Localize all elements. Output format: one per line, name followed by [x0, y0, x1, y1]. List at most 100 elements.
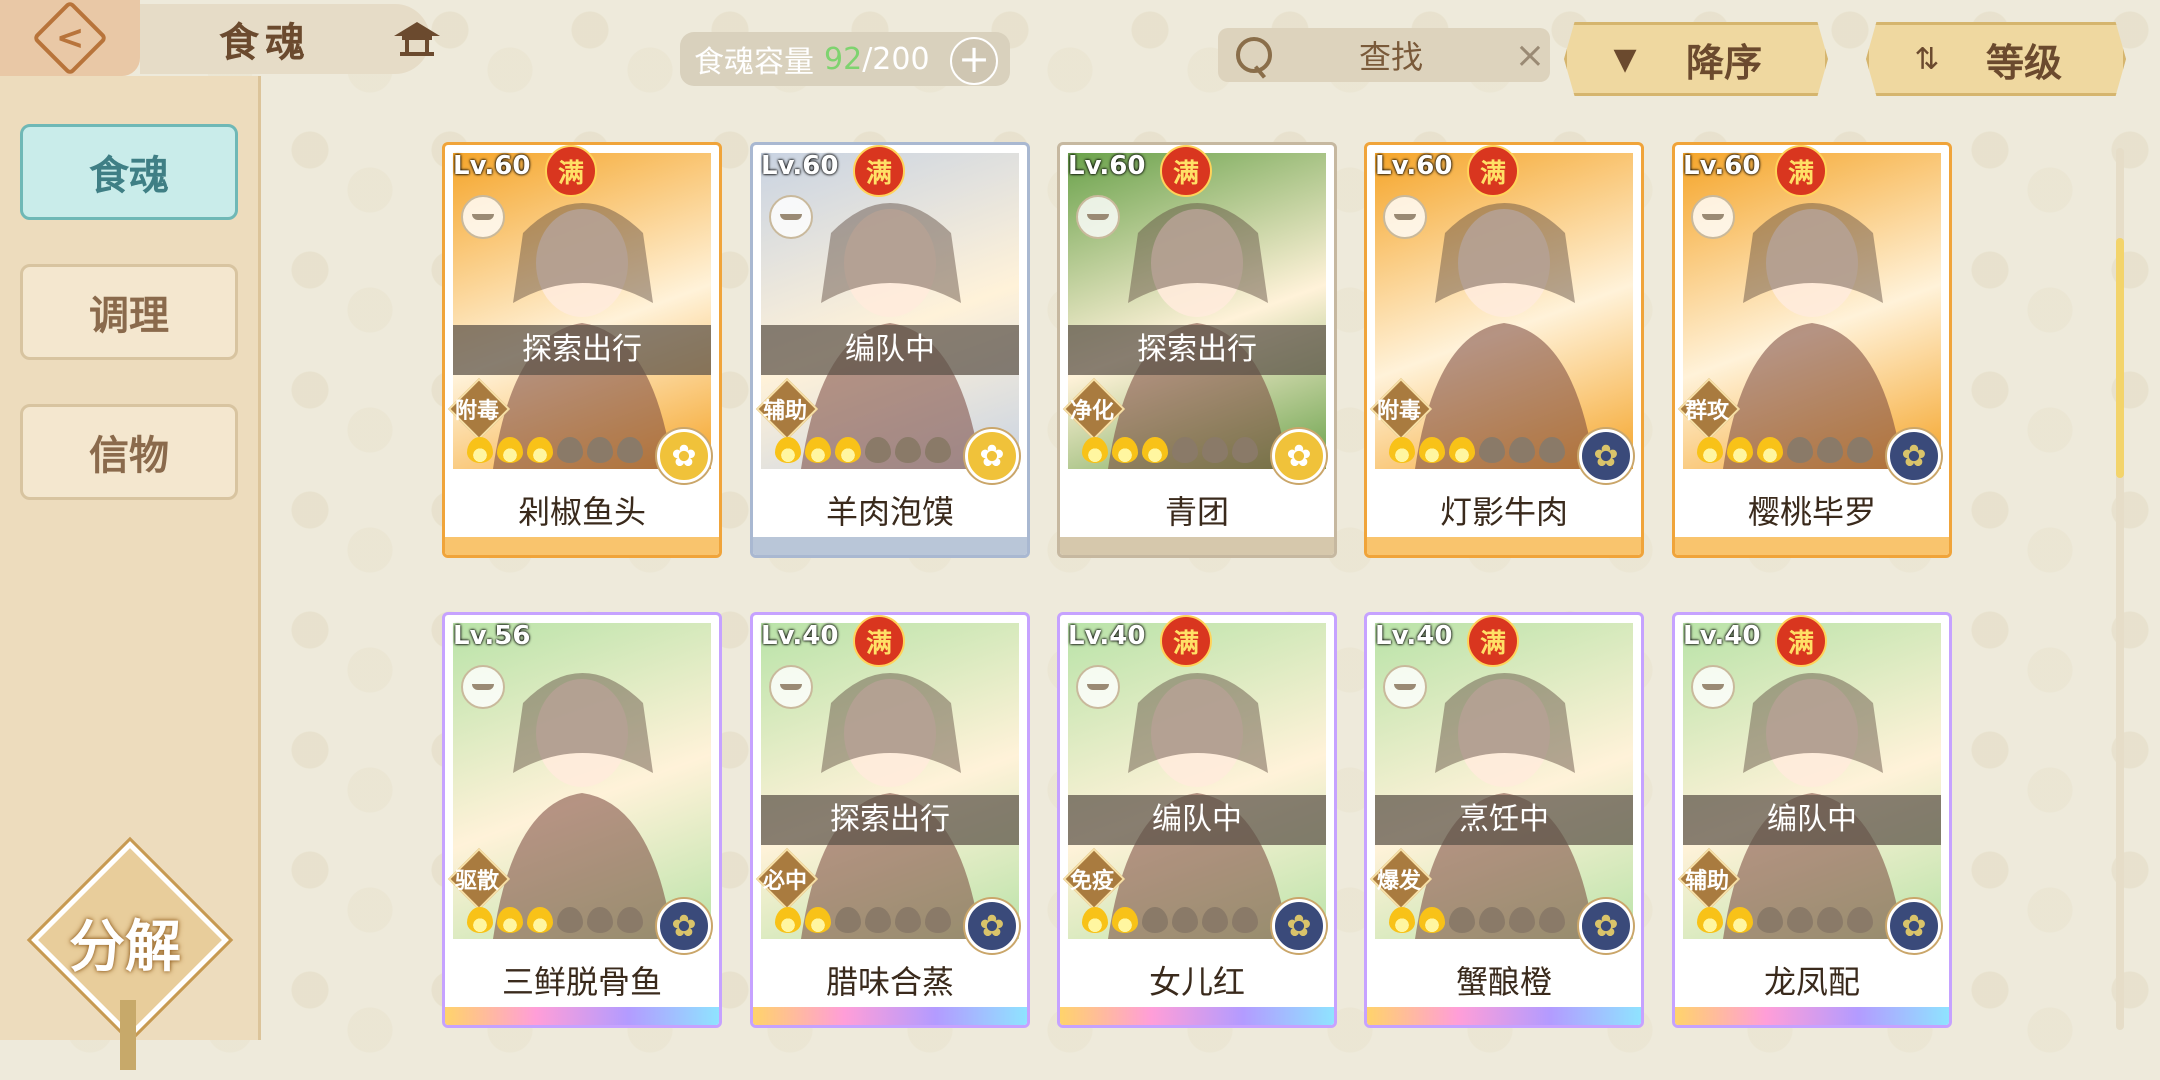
max-level-badge: 满 — [853, 615, 905, 667]
capacity-display: 食魂容量 92 /200 + — [680, 32, 1010, 86]
star-flames — [1697, 437, 1873, 463]
rarity-strip — [1675, 537, 1949, 555]
character-name: 女儿红 — [1148, 963, 1245, 1001]
character-name: 蟹酿橙 — [1455, 963, 1552, 1001]
role-tag-label: 必中 — [762, 869, 807, 894]
sort-field-button[interactable]: ⇅ 等级 — [1866, 22, 2126, 96]
search-input[interactable]: 查找 — [1272, 32, 1510, 78]
scrollbar-thumb[interactable] — [2116, 238, 2124, 478]
food-soul-card[interactable]: Lv.40 满编队中 辅助 ✿ 龙凤配 — [1672, 612, 1952, 1028]
star-flames — [775, 437, 951, 463]
star-flames — [467, 907, 643, 933]
flame-lit-icon — [497, 437, 523, 463]
star-flames — [1082, 907, 1258, 933]
food-soul-card[interactable]: Lv.60 满编队中 辅助 ✿ 羊肉泡馍 — [750, 142, 1030, 558]
flame-lit-icon — [1082, 907, 1108, 933]
character-name: 青团 — [1164, 493, 1229, 531]
flame-unlit-icon — [1172, 437, 1198, 463]
flame-unlit-icon — [925, 907, 951, 933]
star-flames — [467, 437, 643, 463]
add-capacity-button[interactable]: + — [950, 37, 998, 85]
flame-unlit-icon — [1232, 907, 1258, 933]
max-level-badge: 满 — [1775, 145, 1827, 197]
flame-lit-icon — [1757, 437, 1783, 463]
flower-medal-icon: ✿ — [1272, 429, 1326, 483]
flame-unlit-icon — [895, 907, 921, 933]
flame-unlit-icon — [1509, 437, 1535, 463]
rarity-strip — [445, 537, 719, 555]
sidebar-item-conditioning[interactable]: 调理 — [20, 264, 238, 360]
flame-unlit-icon — [865, 437, 891, 463]
food-soul-card[interactable]: Lv.60 满群攻 ✿ 樱桃毕罗 — [1672, 142, 1952, 558]
star-flames — [1697, 907, 1873, 933]
flame-unlit-icon — [1817, 907, 1843, 933]
role-tag: 辅助 — [1677, 847, 1741, 911]
sort-field-label: 等级 — [1985, 40, 2062, 85]
role-tag-label: 爆发 — [1376, 869, 1421, 894]
flame-unlit-icon — [895, 437, 921, 463]
sidebar-item-food-souls[interactable]: 食魂 — [20, 124, 238, 220]
flame-lit-icon — [1697, 907, 1723, 933]
sidebar-item-tokens[interactable]: 信物 — [20, 404, 238, 500]
role-tag: 净化 — [1062, 377, 1126, 441]
flame-unlit-icon — [617, 907, 643, 933]
flame-unlit-icon — [617, 437, 643, 463]
role-tag: 附毒 — [1369, 377, 1433, 441]
decompose-button[interactable]: 分解 — [26, 836, 234, 1044]
descending-icon: ▼ — [1613, 41, 1637, 77]
star-flames — [1389, 907, 1565, 933]
flame-unlit-icon — [587, 437, 613, 463]
flame-lit-icon — [527, 437, 553, 463]
status-banner: 编队中 — [761, 325, 1019, 375]
role-tag: 辅助 — [755, 377, 819, 441]
clear-search-icon[interactable]: × — [1510, 35, 1550, 76]
level-label: Lv.60 — [1375, 151, 1453, 181]
flower-medal-icon: ✿ — [1272, 899, 1326, 953]
flame-unlit-icon — [1142, 907, 1168, 933]
food-soul-card[interactable]: Lv.56 驱散 ✿ 三鲜脱骨鱼 — [442, 612, 722, 1028]
star-flames — [1082, 437, 1258, 463]
capacity-current: 92 — [824, 41, 863, 77]
max-level-badge: 满 — [1775, 615, 1827, 667]
flame-lit-icon — [775, 907, 801, 933]
role-tag-label: 免疫 — [1069, 869, 1114, 894]
level-label: Lv.60 — [761, 151, 839, 181]
role-tag: 必中 — [755, 847, 819, 911]
food-soul-card[interactable]: Lv.40 满编队中 免疫 ✿ 女儿红 — [1057, 612, 1337, 1028]
capacity-max: /200 — [862, 41, 930, 77]
scrollbar[interactable] — [2116, 148, 2124, 1030]
rarity-strip — [1675, 1007, 1949, 1025]
sort-order-button[interactable]: ▼ 降序 — [1564, 22, 1828, 96]
pavilion-icon[interactable] — [392, 18, 442, 58]
flame-lit-icon — [1389, 437, 1415, 463]
bowl-icon — [769, 195, 813, 239]
food-soul-card[interactable]: Lv.60 满探索出行 附毒 ✿ 剁椒鱼头 — [442, 142, 722, 558]
food-soul-card[interactable]: Lv.60 满附毒 ✿ 灯影牛肉 — [1364, 142, 1644, 558]
max-level-badge: 满 — [1160, 615, 1212, 667]
character-name: 腊味合蒸 — [825, 963, 954, 1001]
role-tag-label: 附毒 — [454, 399, 499, 424]
flame-unlit-icon — [1847, 437, 1873, 463]
max-level-badge: 满 — [1467, 615, 1519, 667]
level-label: Lv.40 — [1375, 621, 1453, 651]
status-banner: 烹饪中 — [1375, 795, 1633, 845]
flame-unlit-icon — [1232, 437, 1258, 463]
character-name: 羊肉泡馍 — [825, 493, 954, 531]
rarity-strip — [753, 537, 1027, 555]
flame-unlit-icon — [1479, 907, 1505, 933]
search-field[interactable]: 查找 × — [1218, 28, 1550, 82]
role-tag: 爆发 — [1369, 847, 1433, 911]
character-name: 三鲜脱骨鱼 — [501, 963, 662, 1001]
food-soul-card[interactable]: Lv.60 满探索出行 净化 ✿ 青团 — [1057, 142, 1337, 558]
food-soul-card[interactable]: Lv.40 满烹饪中 爆发 ✿ 蟹酿橙 — [1364, 612, 1644, 1028]
flame-lit-icon — [1727, 907, 1753, 933]
flame-lit-icon — [805, 437, 831, 463]
rarity-strip — [1060, 1007, 1334, 1025]
flame-unlit-icon — [1539, 907, 1565, 933]
max-level-badge: 满 — [545, 145, 597, 197]
flame-unlit-icon — [925, 437, 951, 463]
back-button[interactable]: < — [0, 0, 140, 77]
flame-lit-icon — [1697, 437, 1723, 463]
food-soul-card[interactable]: Lv.40 满探索出行 必中 ✿ 腊味合蒸 — [750, 612, 1030, 1028]
level-label: Lv.56 — [453, 621, 531, 651]
